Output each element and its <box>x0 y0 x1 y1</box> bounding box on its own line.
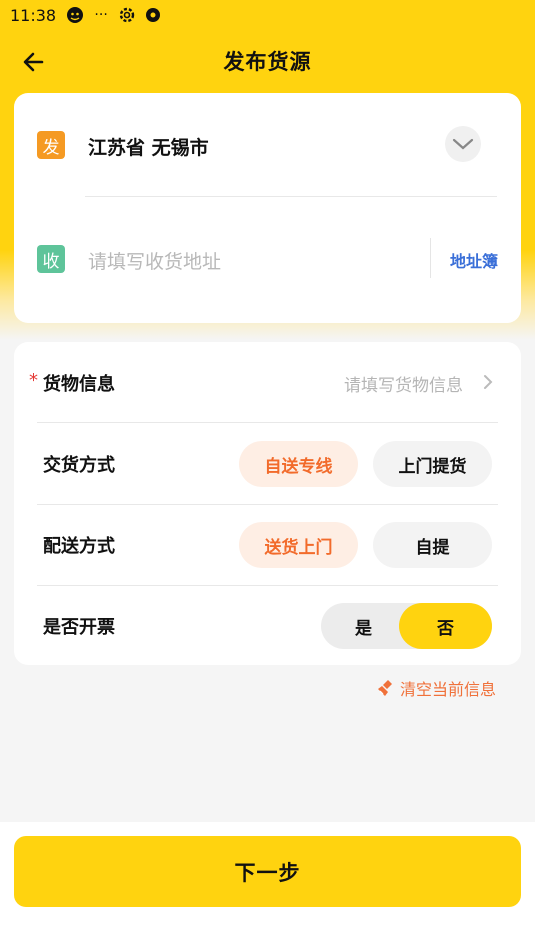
shipping-mode-row: 配送方式 送货上门 自提 <box>14 504 521 585</box>
broom-icon <box>376 678 396 698</box>
delivery-mode-label: 交货方式 <box>43 455 115 476</box>
delivery-option-pickup[interactable]: 上门提货 <box>373 441 492 487</box>
page-title: 发布货源 <box>223 50 312 74</box>
to-address-input[interactable]: 请填写收货地址 <box>88 247 221 274</box>
clear-info-label: 清空当前信息 <box>400 680 497 699</box>
cargo-form-card: * 货物信息 请填写货物信息 交货方式 自送专线 上门提货 配送方式 送货上门 … <box>14 342 521 665</box>
shipping-option-self-pickup[interactable]: 自提 <box>373 522 492 568</box>
from-dropdown-button[interactable] <box>445 126 481 162</box>
shipping-option-door-delivery[interactable]: 送货上门 <box>239 522 358 568</box>
next-step-button[interactable]: 下一步 <box>14 836 521 907</box>
status-bar: 11:38 ··· <box>0 0 535 30</box>
goods-info-label: 货物信息 <box>43 374 115 395</box>
page-header: 发布货源 <box>0 38 535 84</box>
more-dots-icon: ··· <box>94 7 108 23</box>
address-book-link[interactable]: 地址簿 <box>450 248 498 272</box>
back-arrow-icon[interactable] <box>20 48 48 76</box>
delivery-option-self-send[interactable]: 自送专线 <box>239 441 358 487</box>
settings-gear-icon <box>118 6 136 24</box>
goods-info-row[interactable]: * 货物信息 请填写货物信息 <box>14 342 521 423</box>
from-address[interactable]: 江苏省 无锡市 <box>88 133 209 160</box>
required-mark: * <box>29 370 38 391</box>
invoice-option-yes[interactable]: 是 <box>321 603 406 649</box>
address-divider <box>85 196 497 197</box>
clear-info-button[interactable]: 清空当前信息 <box>376 676 496 700</box>
shipping-mode-label: 配送方式 <box>43 536 115 557</box>
from-badge: 发 <box>37 131 65 159</box>
settings-badge-icon <box>144 6 162 24</box>
app-notification-icon <box>66 6 84 24</box>
delivery-mode-row: 交货方式 自送专线 上门提货 <box>14 423 521 504</box>
invoice-toggle[interactable]: 是 否 <box>321 603 492 649</box>
goods-info-input[interactable]: 请填写货物信息 <box>344 371 463 396</box>
invoice-row: 是否开票 是 否 <box>14 585 521 666</box>
status-time: 11:38 <box>10 5 57 25</box>
chevron-down-icon <box>452 138 474 150</box>
to-badge: 收 <box>37 245 65 273</box>
invoice-label: 是否开票 <box>43 617 115 638</box>
address-card: 发 江苏省 无锡市 收 请填写收货地址 地址簿 <box>14 93 521 323</box>
vertical-divider <box>430 238 431 278</box>
invoice-option-no[interactable]: 否 <box>399 603 492 649</box>
chevron-right-icon <box>481 373 495 391</box>
